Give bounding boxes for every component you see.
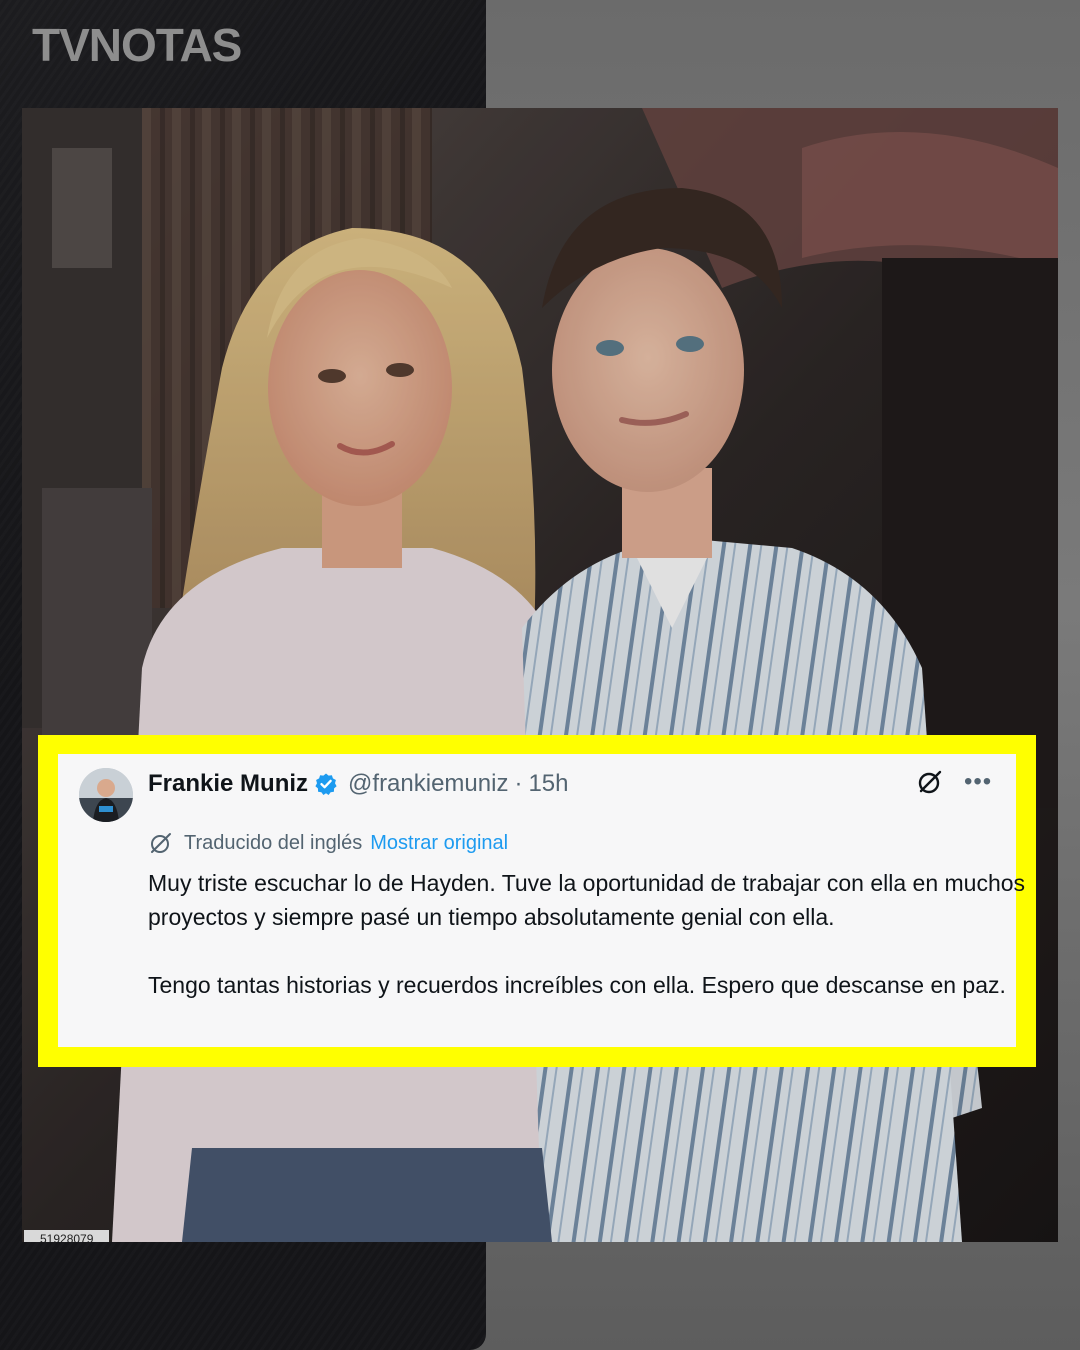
tweet-top-actions: ••• [916, 768, 992, 796]
translated-label: Traducido del inglés [184, 831, 363, 854]
avatar[interactable] [79, 768, 133, 822]
verified-badge-icon [314, 772, 338, 796]
tweet-paragraph: Muy triste escuchar lo de Hayden. Tuve l… [148, 870, 1026, 930]
show-original-link[interactable]: Mostrar original [370, 832, 508, 855]
photo-id-label: 51928079 [24, 1230, 110, 1242]
translate-icon [148, 830, 174, 856]
tweet-paragraph: Tengo tantas historias y recuerdos incre… [148, 972, 1006, 998]
grok-icon[interactable] [916, 768, 944, 796]
author-name[interactable]: Frankie Muniz [148, 770, 308, 798]
author-handle[interactable]: @frankiemuniz [348, 770, 508, 798]
tweet-header: Frankie Muniz @frankiemuniz · 15h [148, 769, 569, 799]
more-options-icon[interactable]: ••• [964, 770, 992, 794]
header-separator: · [514, 770, 523, 797]
translation-notice: Traducido del inglés Mostrar original [148, 830, 508, 856]
tweet-card[interactable]: Frankie Muniz @frankiemuniz · 15h ••• Tr… [58, 754, 1025, 1047]
tvnotas-logo: TVNOTAS [32, 19, 242, 71]
tweet-timestamp[interactable]: 15h [528, 770, 568, 798]
tweet-text: Muy triste escuchar lo de Hayden. Tuve l… [148, 866, 1028, 1002]
news-photo: 51928079 [22, 108, 1058, 1242]
tweet-highlight-frame: Frankie Muniz @frankiemuniz · 15h ••• Tr… [38, 735, 1036, 1067]
